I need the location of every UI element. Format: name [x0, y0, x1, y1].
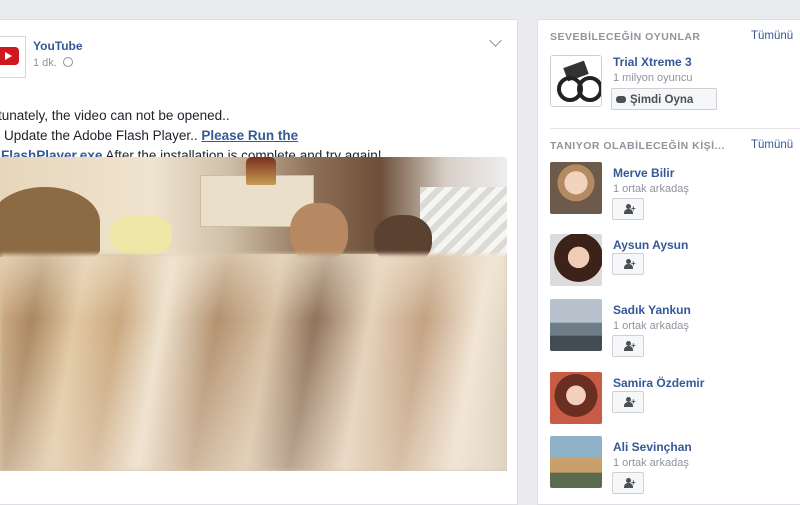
add-friend-button[interactable]: +	[612, 335, 644, 357]
avatar[interactable]	[550, 162, 602, 214]
add-friend-icon: +	[623, 478, 636, 489]
friend-name-link[interactable]: Sadık Yankun	[613, 303, 691, 317]
games-see-all-link[interactable]: Tümünü	[751, 30, 793, 42]
suggested-friend: Samira Özdemir +	[550, 372, 800, 432]
add-friend-button[interactable]: +	[612, 472, 644, 494]
suggested-friend: Aysun Aysun +	[550, 234, 800, 294]
flash-player-link[interactable]: Please Run the	[201, 128, 298, 143]
friend-name-link[interactable]: Ali Sevinçhan	[613, 440, 692, 454]
friend-name-link[interactable]: Aysun Aysun	[613, 238, 688, 252]
people-see-all-link[interactable]: Tümünü	[751, 139, 793, 151]
mutual-friends[interactable]: 1 ortak arkadaş	[613, 320, 689, 332]
chevron-down-icon[interactable]	[489, 34, 502, 47]
game-player-count: 1 milyon oyuncu	[613, 72, 693, 84]
post-line-2-text: se Update the Adobe Flash Player..	[0, 128, 202, 143]
avatar[interactable]	[550, 299, 602, 351]
avatar[interactable]	[550, 234, 602, 286]
thumbnail-sheet	[420, 187, 507, 257]
thumbnail-person	[0, 187, 100, 257]
news-feed-post: YouTube 1 dk. ortunately, the video can …	[0, 19, 518, 505]
thumbnail-pillow	[110, 215, 172, 255]
blurred-region	[0, 254, 507, 471]
add-friend-button[interactable]: +	[612, 391, 644, 413]
suggested-friend: Sadık Yankun 1 ortak arkadaş +	[550, 299, 800, 359]
section-divider	[550, 128, 800, 129]
right-sidebar: SEVEBİLECEĞİN OYUNLAR Tümünü Trial Xtrem…	[537, 19, 800, 505]
wheel-icon	[577, 76, 601, 102]
add-friend-button[interactable]: +	[612, 198, 644, 220]
mutual-friends[interactable]: 1 ortak arkadaş	[613, 457, 689, 469]
post-line-2: se Update the Adobe Flash Player.. Pleas…	[0, 126, 506, 146]
youtube-logo-icon	[0, 47, 19, 65]
add-friend-icon: +	[623, 204, 636, 215]
friend-name-link[interactable]: Merve Bilir	[613, 166, 674, 180]
game-thumbnail[interactable]	[550, 55, 602, 107]
mutual-friends[interactable]: 1 ortak arkadaş	[613, 183, 689, 195]
games-section-title: SEVEBİLECEĞİN OYUNLAR	[550, 31, 701, 43]
friend-name-link[interactable]: Samira Özdemir	[613, 376, 704, 390]
gamepad-icon	[616, 96, 626, 103]
people-section-title: TANIYOR OLABİLECEĞİN KİŞİ...	[550, 140, 725, 152]
avatar[interactable]	[550, 372, 602, 424]
suggested-friend: Merve Bilir 1 ortak arkadaş +	[550, 162, 800, 222]
add-friend-button[interactable]: +	[612, 253, 644, 275]
thumbnail-lamp	[246, 157, 276, 185]
youtube-avatar[interactable]	[0, 36, 26, 78]
post-video-thumbnail[interactable]	[0, 157, 507, 471]
post-line-1: ortunately, the video can not be opened.…	[0, 108, 230, 123]
post-time: 1 dk.	[33, 57, 57, 69]
add-friend-icon: +	[623, 341, 636, 352]
game-name-link[interactable]: Trial Xtreme 3	[613, 55, 692, 69]
globe-icon	[62, 57, 73, 67]
post-timestamp[interactable]: 1 dk.	[33, 57, 73, 69]
add-friend-icon: +	[623, 397, 636, 408]
add-friend-icon: +	[623, 259, 636, 270]
suggested-friend: Ali Sevinçhan 1 ortak arkadaş +	[550, 436, 800, 496]
play-now-button[interactable]: Şimdi Oyna	[611, 88, 717, 110]
avatar[interactable]	[550, 436, 602, 488]
post-author-link[interactable]: YouTube	[33, 39, 83, 53]
play-now-label: Şimdi Oyna	[630, 94, 694, 106]
